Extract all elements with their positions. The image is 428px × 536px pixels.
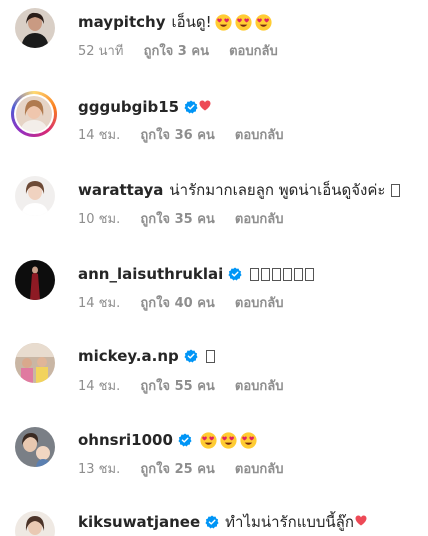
likes-count[interactable]: ถูกใจ 40 คน xyxy=(140,296,214,311)
timestamp[interactable]: 52 นาที xyxy=(78,44,123,59)
timestamp[interactable]: 13 ชม. xyxy=(78,462,120,477)
avatar[interactable] xyxy=(15,343,55,383)
reply-button[interactable]: ตอบกลับ xyxy=(235,379,284,394)
avatar-image xyxy=(15,343,55,383)
comment-meta: 14 ชม. ถูกใจ 55 คน ตอบกลับ xyxy=(78,378,300,396)
unsupported-glyph-group xyxy=(248,264,315,284)
avatar-image xyxy=(15,511,55,536)
username-link[interactable]: kiksuwatjanee xyxy=(78,512,200,532)
unsupported-glyph-icon xyxy=(305,268,315,281)
timestamp[interactable]: 10 ชม. xyxy=(78,212,120,227)
unsupported-glyph-icon xyxy=(283,268,293,281)
comment-item: kiksuwatjanee ทำไมน่ารักแบบนี้ลู๊ก xyxy=(0,506,428,536)
comment-meta: 14 ชม. ถูกใจ 36 คน ตอบกลับ xyxy=(78,127,300,145)
likes-count[interactable]: ถูกใจ 3 คน xyxy=(144,44,209,59)
unsupported-glyph-icon xyxy=(205,349,215,363)
timestamp[interactable]: 14 ชม. xyxy=(78,379,120,394)
username-link[interactable]: warattaya xyxy=(78,180,163,200)
comment-line: gggubgib15 xyxy=(78,97,211,117)
comment-line: mickey.a.np xyxy=(78,346,215,366)
comment-item: ann_laisuthruklai 14 ชม. ถูกใจ 40 คน ตอบ… xyxy=(0,254,428,334)
reply-button[interactable]: ตอบกลับ xyxy=(235,128,284,143)
username-link[interactable]: ohnsri1000 xyxy=(78,430,173,450)
unsupported-glyph-icon xyxy=(272,268,282,281)
comment-item: gggubgib15 14 ชม. ถูกใจ 36 คน ตอบกลับ xyxy=(0,87,428,167)
heart-eyes-emoji xyxy=(235,13,252,31)
story-ring xyxy=(14,94,54,134)
comment-item: mickey.a.np 14 ชม. ถูกใจ 55 คน ตอบกลับ xyxy=(0,338,428,418)
comment-meta: 14 ชม. ถูกใจ 40 คน ตอบกลับ xyxy=(78,295,300,313)
heart-eyes-emoji xyxy=(220,431,237,449)
verified-badge-icon xyxy=(205,515,219,529)
reply-button[interactable]: ตอบกลับ xyxy=(235,212,284,227)
verified-badge-icon xyxy=(228,267,242,281)
verified-badge-icon xyxy=(184,349,198,363)
unsupported-glyph-icon xyxy=(261,268,271,281)
red-heart-icon xyxy=(199,100,211,110)
timestamp[interactable]: 14 ชม. xyxy=(78,128,120,143)
avatar[interactable] xyxy=(15,511,55,536)
heart-eyes-emoji xyxy=(215,13,232,31)
likes-count[interactable]: ถูกใจ 36 คน xyxy=(140,128,214,143)
comment-line: ohnsri1000 xyxy=(78,430,257,450)
unsupported-glyph-icon xyxy=(250,268,260,281)
avatar[interactable] xyxy=(15,260,55,300)
comment-item: ohnsri1000 13 ชม. ถูกใจ 25 คน ตอบกลับ xyxy=(0,422,428,502)
reply-button[interactable]: ตอบกลับ xyxy=(229,44,278,59)
avatar-image xyxy=(15,260,55,300)
avatar[interactable] xyxy=(15,427,55,467)
username-link[interactable]: maypitchy xyxy=(78,12,165,32)
comment-line: warattaya น่ารักมากเลยลูก พูดน่าเอ็นดูจั… xyxy=(78,180,401,200)
heart-eyes-emoji xyxy=(255,13,272,31)
reply-button[interactable]: ตอบกลับ xyxy=(235,462,284,477)
likes-count[interactable]: ถูกใจ 55 คน xyxy=(140,379,214,394)
comment-item: warattaya น่ารักมากเลยลูก พูดน่าเอ็นดูจั… xyxy=(0,170,428,250)
comment-item: maypitchy เอ็นดู! 52 นาที ถูกใจ 3 คน ตอบ… xyxy=(0,0,428,80)
comment-meta: 10 ชม. ถูกใจ 35 คน ตอบกลับ xyxy=(78,211,300,229)
avatar-image xyxy=(16,96,52,132)
comment-line: kiksuwatjanee ทำไมน่ารักแบบนี้ลู๊ก xyxy=(78,512,367,532)
timestamp[interactable]: 14 ชม. xyxy=(78,296,120,311)
likes-count[interactable]: ถูกใจ 35 คน xyxy=(140,212,214,227)
verified-badge-icon xyxy=(178,433,192,447)
avatar[interactable] xyxy=(11,91,57,137)
red-heart-icon xyxy=(355,515,367,525)
emoji-group xyxy=(197,431,257,449)
username-link[interactable]: gggubgib15 xyxy=(78,97,179,117)
comment-text: เอ็นดู! xyxy=(171,13,212,31)
reply-button[interactable]: ตอบกลับ xyxy=(235,296,284,311)
avatar[interactable] xyxy=(15,176,55,216)
comment-text: ทำไมน่ารักแบบนี้ลู๊ก xyxy=(225,513,354,531)
comment-meta: 13 ชม. ถูกใจ 25 คน ตอบกลับ xyxy=(78,461,300,479)
avatar-image xyxy=(15,8,55,48)
comment-meta: 52 นาที ถูกใจ 3 คน ตอบกลับ xyxy=(78,43,294,61)
username-link[interactable]: ann_laisuthruklai xyxy=(78,264,223,284)
avatar-image xyxy=(15,176,55,216)
likes-count[interactable]: ถูกใจ 25 คน xyxy=(140,462,214,477)
username-link[interactable]: mickey.a.np xyxy=(78,346,179,366)
avatar-image xyxy=(15,427,55,467)
unsupported-glyph-icon xyxy=(294,268,304,281)
unsupported-glyph-icon xyxy=(391,183,401,197)
heart-eyes-emoji xyxy=(240,431,257,449)
verified-badge-icon xyxy=(184,100,198,114)
heart-eyes-emoji xyxy=(200,431,217,449)
comment-text: น่ารักมากเลยลูก พูดน่าเอ็นดูจังค่ะ xyxy=(169,181,386,199)
comment-line: maypitchy เอ็นดู! xyxy=(78,12,272,32)
avatar[interactable] xyxy=(15,8,55,48)
comment-line: ann_laisuthruklai xyxy=(78,264,315,284)
